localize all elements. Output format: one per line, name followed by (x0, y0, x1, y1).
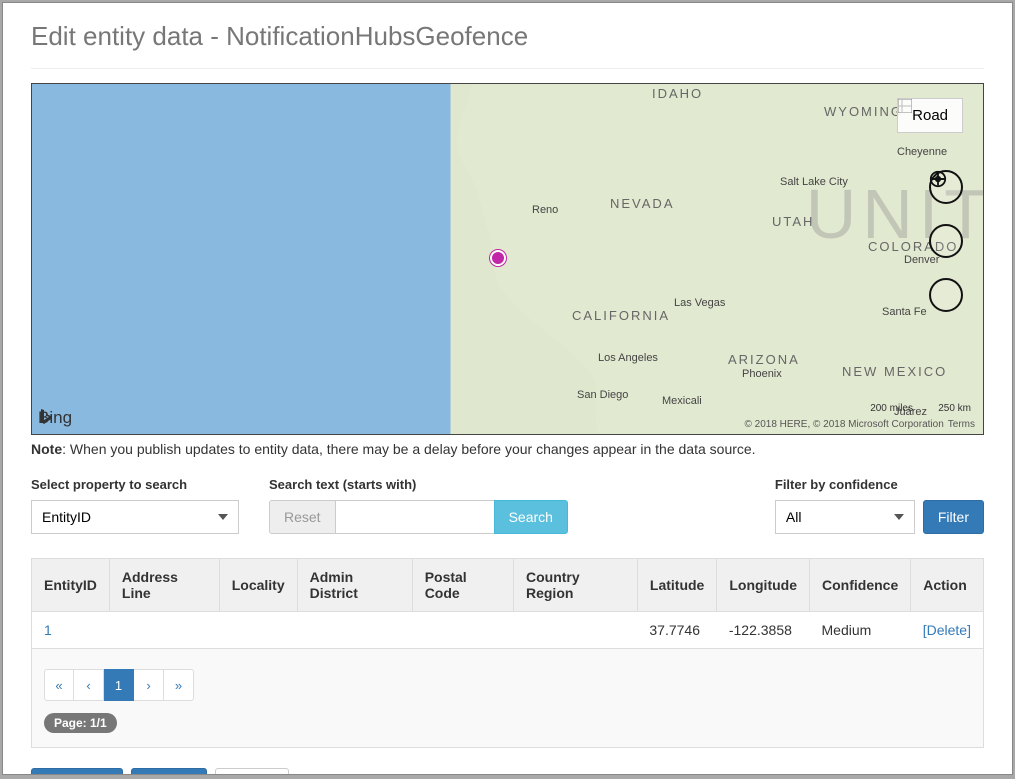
cancel-button[interactable]: Cancel (215, 768, 289, 775)
col-conf: Confidence (810, 559, 911, 612)
page-badge: Page: 1/1 (44, 713, 117, 733)
col-address: Address Line (109, 559, 219, 612)
col-postal: Postal Code (412, 559, 513, 612)
pager-next[interactable]: › (134, 669, 164, 701)
minus-icon (929, 170, 947, 188)
col-entityid: EntityID (32, 559, 110, 612)
pager-page[interactable]: 1 (104, 669, 134, 701)
search-text-label: Search text (starts with) (269, 477, 568, 492)
reset-button[interactable]: Reset (269, 500, 336, 534)
search-input[interactable] (336, 500, 494, 534)
map-zoom-out-button[interactable] (929, 278, 963, 312)
col-action: Action (911, 559, 984, 612)
pager-last[interactable]: » (164, 669, 194, 701)
map-scale-km: 250 km (938, 403, 971, 414)
pager-first[interactable]: « (44, 669, 74, 701)
property-select[interactable]: EntityID (31, 500, 239, 534)
map-scale-miles: 200 miles (870, 403, 913, 414)
property-label: Select property to search (31, 477, 239, 492)
map-pin[interactable] (490, 250, 506, 266)
note: Note: When you publish updates to entity… (31, 441, 984, 457)
col-locality: Locality (219, 559, 297, 612)
col-lon: Longitude (717, 559, 810, 612)
delete-link[interactable]: [Delete] (923, 622, 971, 638)
results-table: EntityID Address Line Locality Admin Dis… (31, 558, 984, 649)
col-admin: Admin District (297, 559, 412, 612)
add-entity-button[interactable]: Add entity (31, 768, 123, 775)
divider (31, 68, 984, 69)
cell-admin (297, 612, 412, 649)
map-type-selector[interactable]: Road (897, 98, 963, 133)
publish-button[interactable]: Publish (131, 768, 207, 775)
cell-conf: Medium (810, 612, 911, 649)
filter-label: Filter by confidence (775, 477, 984, 492)
cell-locality (219, 612, 297, 649)
cell-postal (412, 612, 513, 649)
map-coastline (32, 84, 983, 435)
bing-icon (38, 408, 52, 426)
entity-link[interactable]: 1 (44, 622, 52, 638)
pager: « ‹ 1 › » Page: 1/1 (31, 649, 984, 748)
filter-select[interactable]: All (775, 500, 915, 534)
filter-button[interactable]: Filter (923, 500, 984, 534)
map-type-label: Road (912, 107, 948, 124)
map[interactable]: UNIT IDAHO WYOMING Cheyenne Salt Lake Ci… (31, 83, 984, 435)
map-terms-link[interactable]: Terms (948, 419, 975, 430)
map-type-icon (898, 99, 912, 113)
map-copyright: © 2018 HERE, © 2018 Microsoft Corporatio… (744, 419, 975, 430)
cell-country (513, 612, 637, 649)
col-country: Country Region (513, 559, 637, 612)
col-lat: Latitude (637, 559, 716, 612)
pager-prev[interactable]: ‹ (74, 669, 104, 701)
cell-lon: -122.3858 (717, 612, 810, 649)
bing-logo: Bing (38, 408, 72, 428)
table-row: 1 37.7746 -122.3858 Medium [Delete] (32, 612, 984, 649)
map-zoom-in-button[interactable] (929, 224, 963, 258)
page-title: Edit entity data - NotificationHubsGeofe… (31, 21, 984, 52)
cell-address (109, 612, 219, 649)
cell-lat: 37.7746 (637, 612, 716, 649)
search-button[interactable]: Search (494, 500, 568, 534)
